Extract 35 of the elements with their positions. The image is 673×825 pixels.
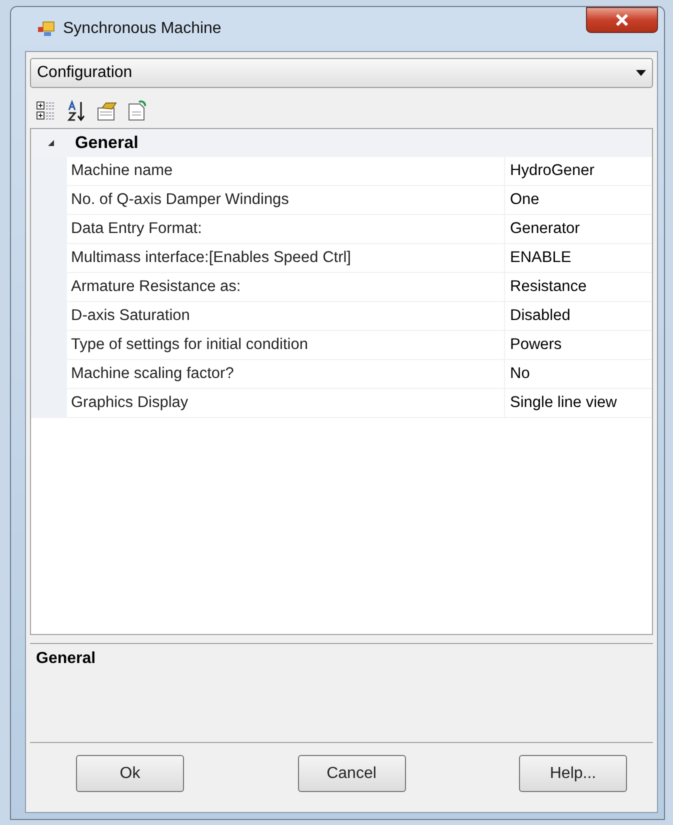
property-value[interactable]: Generator bbox=[504, 215, 652, 244]
document-icon bbox=[126, 100, 148, 122]
property-name[interactable]: D-axis Saturation bbox=[67, 302, 504, 331]
dialog-button[interactable]: Help... bbox=[519, 755, 627, 792]
property-name[interactable]: Armature Resistance as: bbox=[67, 273, 504, 302]
property-name[interactable]: Machine scaling factor? bbox=[67, 360, 504, 389]
property-value[interactable]: Single line view bbox=[504, 389, 652, 418]
collapse-icon[interactable] bbox=[47, 139, 55, 147]
dropdown-arrow-icon bbox=[636, 70, 646, 76]
dialog-button[interactable]: Cancel bbox=[298, 755, 406, 792]
property-value[interactable]: Disabled bbox=[504, 302, 652, 331]
description-title: General bbox=[36, 650, 96, 668]
property-name[interactable]: No. of Q-axis Damper Windings bbox=[67, 186, 504, 215]
category-label: General bbox=[75, 133, 138, 153]
property-name[interactable]: Multimass interface:[Enables Speed Ctrl] bbox=[67, 244, 504, 273]
properties-button[interactable] bbox=[96, 100, 118, 122]
property-value[interactable]: Powers bbox=[504, 331, 652, 360]
property-value[interactable]: ENABLE bbox=[504, 244, 652, 273]
property-name[interactable]: Machine name bbox=[67, 157, 504, 186]
property-value[interactable]: HydroGener bbox=[504, 157, 652, 186]
property-value[interactable]: No bbox=[504, 360, 652, 389]
close-button[interactable] bbox=[586, 7, 658, 33]
close-icon bbox=[614, 13, 630, 27]
window-title: Synchronous Machine bbox=[63, 20, 222, 38]
property-pages-icon bbox=[96, 100, 118, 122]
object-dropdown[interactable]: Configuration bbox=[30, 58, 653, 88]
property-value[interactable]: Resistance bbox=[504, 273, 652, 302]
property-name[interactable]: Type of settings for initial condition bbox=[67, 331, 504, 360]
property-name[interactable]: Graphics Display bbox=[67, 389, 504, 418]
page-button[interactable] bbox=[126, 100, 148, 122]
window-icon bbox=[37, 21, 55, 37]
property-value[interactable]: One bbox=[504, 186, 652, 215]
dialog-button[interactable]: Ok bbox=[76, 755, 184, 792]
property-name[interactable]: Data Entry Format: bbox=[67, 215, 504, 244]
row-margin bbox=[31, 389, 67, 418]
